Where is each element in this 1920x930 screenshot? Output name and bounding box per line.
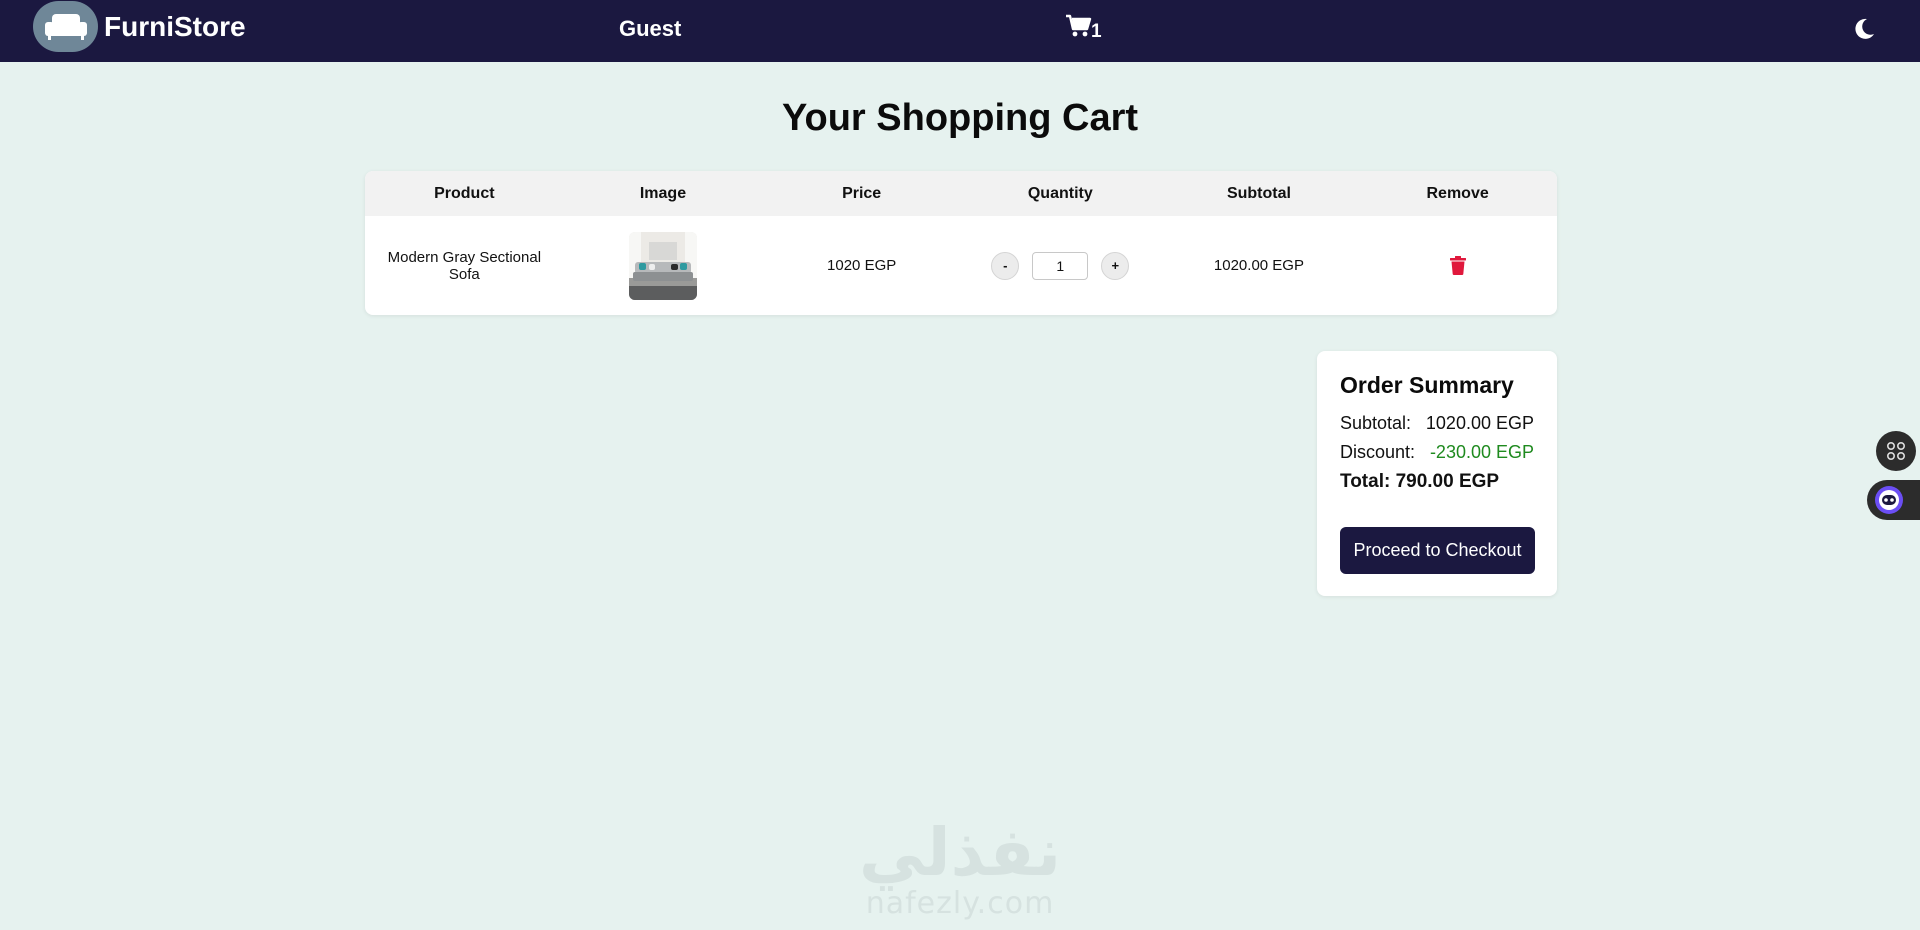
brand[interactable]: FurniStore: [33, 1, 246, 52]
watermark-latin: nafezly.com: [865, 886, 1055, 921]
summary-title: Order Summary: [1340, 372, 1514, 398]
column-header-product: Product: [434, 184, 495, 202]
product-cell: Modern Gray Sectional Sofa: [365, 216, 564, 315]
increment-button[interactable]: +: [1101, 251, 1130, 280]
cart-icon: [1066, 14, 1092, 43]
remove-cell: [1358, 216, 1557, 315]
summary-subtotal: Subtotal: 1020.00 EGP: [1340, 413, 1534, 434]
column-header-quantity: Quantity: [1027, 184, 1093, 202]
assistant-bot-icon[interactable]: [1867, 480, 1920, 520]
column-header-remove: Remove: [1426, 184, 1489, 202]
watermark: نفذلي nafezly.com: [852, 818, 1068, 930]
quantity-cell: - +: [961, 216, 1160, 315]
sofa-icon: [33, 1, 98, 52]
column-header-price: Price: [842, 184, 882, 202]
brand-name: FurniStore: [104, 10, 246, 42]
discount-label: Discount:: [1340, 442, 1416, 462]
subtotal-value: 1020.00 EGP: [1425, 413, 1534, 433]
trash-icon[interactable]: [1446, 254, 1470, 278]
cart-count: 1: [1091, 21, 1102, 42]
watermark-arabic: نفذلي: [859, 814, 1061, 891]
subtotal-cell: 1020.00 EGP: [1213, 257, 1304, 274]
price-cell: 1020 EGP: [827, 257, 897, 274]
command-icon[interactable]: [1876, 431, 1916, 471]
quantity-input[interactable]: [1032, 251, 1089, 280]
subtotal-label: Subtotal:: [1340, 413, 1412, 433]
navbar: FurniStore Guest 1: [0, 0, 1920, 62]
summary-discount: Discount: -230.00 EGP: [1340, 442, 1534, 463]
table-header: Product Image Price Quantity Subtotal Re…: [365, 171, 1557, 216]
summary-total: Total: 790.00 EGP: [1340, 471, 1500, 492]
decrement-button[interactable]: -: [991, 251, 1020, 280]
cart-table: Product Image Price Quantity Subtotal Re…: [365, 171, 1557, 315]
quantity-stepper: - +: [991, 251, 1130, 280]
column-header-subtotal: Subtotal: [1226, 184, 1291, 202]
product-name: Modern Gray Sectional Sofa: [387, 248, 542, 283]
product-image: [628, 231, 697, 300]
discount-value: -230.00 EGP: [1429, 442, 1534, 462]
column-header-image: Image: [639, 184, 687, 202]
order-summary: Order Summary Subtotal: 1020.00 EGP Disc…: [1317, 351, 1557, 596]
checkout-button[interactable]: Proceed to Checkout: [1340, 527, 1535, 574]
user-label[interactable]: Guest: [619, 16, 681, 42]
page-title: Your Shopping Cart: [781, 97, 1139, 139]
image-cell: [564, 216, 763, 315]
moon-icon[interactable]: [1852, 17, 1876, 41]
table-row: Modern Gray Sectional Sofa 1020 EGP - 1 …: [365, 216, 1557, 315]
cart-link[interactable]: 1: [1066, 14, 1102, 43]
